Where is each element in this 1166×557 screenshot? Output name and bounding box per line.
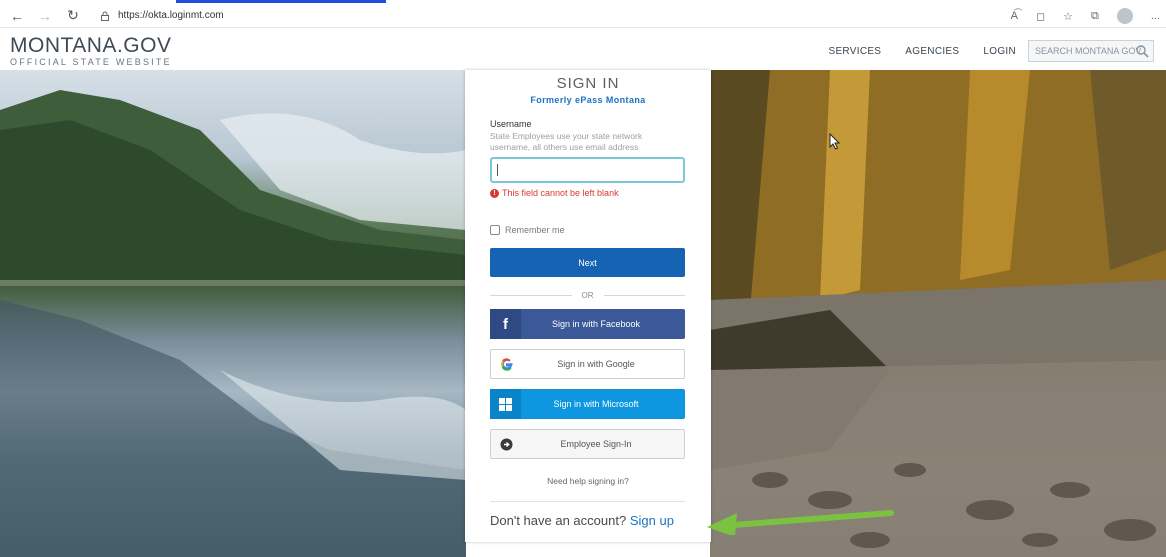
or-label: OR xyxy=(581,290,594,300)
search-input[interactable]: SEARCH MONTANA GOV xyxy=(1028,40,1154,62)
lake-mountain-image xyxy=(0,70,466,557)
remember-me-label: Remember me xyxy=(505,225,565,235)
collections-icon[interactable]: ⧉ xyxy=(1091,10,1099,23)
brand-subtitle: OFFICIAL STATE WEBSITE xyxy=(10,57,172,67)
username-help-text: State Employees use your state network u… xyxy=(490,131,643,152)
tab-icon[interactable]: ◻ xyxy=(1036,10,1045,23)
mountain-shape xyxy=(0,90,466,280)
mouse-cursor-icon xyxy=(829,133,841,150)
username-error: ! This field cannot be left blank xyxy=(490,188,619,198)
facebook-icon: f xyxy=(490,309,521,339)
refresh-icon[interactable]: ↻ xyxy=(62,5,84,27)
nav-login[interactable]: LOGIN xyxy=(983,46,1016,57)
nav-services[interactable]: SERVICES xyxy=(828,46,881,57)
lock-icon xyxy=(101,11,109,21)
forest-shape xyxy=(710,70,1166,557)
browser-actions: A͡ ◻ ☆ ⧉ ... xyxy=(1011,4,1160,28)
microsoft-signin-button[interactable]: Sign in with Microsoft xyxy=(490,389,685,419)
signin-subtitle: Formerly ePass Montana xyxy=(530,95,646,105)
arrow-circle-icon xyxy=(491,429,522,459)
signup-link[interactable]: Sign up xyxy=(630,513,674,528)
card-divider xyxy=(490,501,685,502)
facebook-signin-label: Sign in with Facebook xyxy=(551,319,641,329)
username-error-text: This field cannot be left blank xyxy=(502,188,619,198)
remember-me-checkbox[interactable] xyxy=(490,225,500,235)
read-aloud-icon[interactable]: A͡ xyxy=(1011,10,1018,22)
profile-avatar[interactable] xyxy=(1116,8,1133,24)
search-icon[interactable] xyxy=(1135,44,1149,58)
signin-card: SIGN IN Formerly ePass Montana Username … xyxy=(465,70,711,542)
microsoft-signin-label: Sign in with Microsoft xyxy=(553,399,639,409)
text-caret xyxy=(497,164,498,176)
signin-title: SIGN IN xyxy=(556,75,620,92)
username-input[interactable] xyxy=(490,157,685,183)
employee-signin-label: Employee Sign-In xyxy=(560,439,632,449)
site-header: MONTANA.GOV OFFICIAL STATE WEBSITE SERVI… xyxy=(0,29,1166,70)
facebook-signin-button[interactable]: f Sign in with Facebook xyxy=(490,309,685,339)
microsoft-icon xyxy=(490,389,521,419)
lake-reflection xyxy=(0,280,466,557)
google-signin-button[interactable]: Sign in with Google xyxy=(490,349,685,379)
username-label: Username xyxy=(490,119,532,129)
forward-icon[interactable]: → xyxy=(34,5,56,27)
signup-prompt: Don't have an account? xyxy=(490,513,627,528)
google-icon xyxy=(491,349,522,379)
nav-agencies[interactable]: AGENCIES xyxy=(905,46,959,57)
signup-row: Don't have an account? Sign up xyxy=(490,513,674,528)
url-text: https://okta.loginmt.com xyxy=(118,10,224,21)
annotation-arrow-icon xyxy=(707,510,894,535)
autumn-shore-image xyxy=(710,70,1166,557)
brand-logo[interactable]: MONTANA.GOV OFFICIAL STATE WEBSITE xyxy=(10,34,172,67)
employee-signin-button[interactable]: Employee Sign-In xyxy=(490,429,685,459)
site-nav: SERVICES AGENCIES LOGIN SEARCH MONTANA G… xyxy=(828,40,1154,62)
remember-me[interactable]: Remember me xyxy=(490,225,565,235)
next-button[interactable]: Next xyxy=(490,248,685,277)
google-signin-label: Sign in with Google xyxy=(557,359,635,369)
address-bar[interactable]: https://okta.loginmt.com xyxy=(100,6,224,26)
favorites-icon[interactable]: ☆ xyxy=(1063,10,1073,23)
error-icon: ! xyxy=(490,188,499,198)
more-icon[interactable]: ... xyxy=(1151,10,1160,22)
brand-title: MONTANA.GOV xyxy=(10,34,172,57)
back-icon[interactable]: ← xyxy=(6,5,28,27)
search-placeholder: SEARCH MONTANA GOV xyxy=(1035,46,1142,56)
help-signing-in-link[interactable]: Need help signing in? xyxy=(465,476,711,486)
or-divider: OR xyxy=(490,289,685,301)
browser-toolbar: ← → ↻ https://okta.loginmt.com A͡ ◻ ☆ ⧉ … xyxy=(0,4,1166,28)
top-highlight-bar xyxy=(176,0,386,3)
